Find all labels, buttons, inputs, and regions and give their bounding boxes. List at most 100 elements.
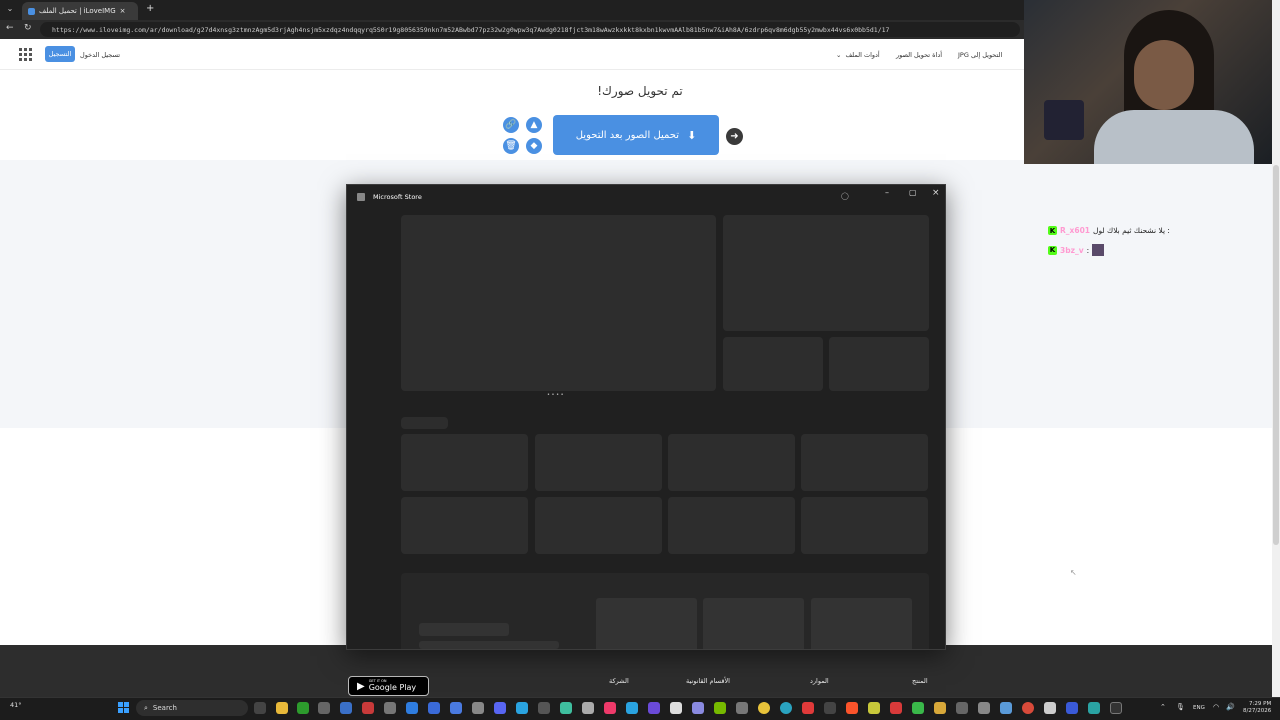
app-icon[interactable] [912,702,924,714]
app-icon[interactable] [538,702,550,714]
app-card-placeholder [535,434,662,491]
app-icon[interactable] [626,702,638,714]
chat-user: 3bz_v [1060,245,1084,255]
taskbar-search[interactable]: ⌕ Search [136,700,248,716]
apps-grid-icon[interactable] [19,48,32,61]
app-icon[interactable] [648,702,660,714]
app-icon[interactable] [362,702,374,714]
dropbox-icon[interactable]: ◆ [526,138,542,154]
close-button[interactable]: × [932,188,940,198]
chat-text: : يلا نشحنك ثيم بلاك لول [1093,226,1170,235]
start-button-icon[interactable] [118,702,129,713]
app-icon[interactable] [428,702,440,714]
discord-icon[interactable] [494,702,506,714]
footer-product[interactable]: المنتج [912,677,928,685]
app-icon[interactable] [560,702,572,714]
url-field[interactable]: https://www.iloveimg.com/ar/download/g27… [40,22,1020,37]
app-icon[interactable] [1044,702,1056,714]
minimize-button[interactable]: – [885,188,889,197]
browser-tab[interactable]: × iLoveIMG | تحميل الملف [22,2,138,20]
brave-icon[interactable] [846,702,858,714]
clock-date: 8/27/2026 [1243,707,1272,714]
app-icon[interactable] [670,702,682,714]
app-icon[interactable] [582,702,594,714]
edge-icon[interactable] [780,702,792,714]
kick-badge-icon: K [1048,245,1057,255]
account-icon[interactable]: ◯ [841,192,849,200]
app-icon[interactable] [1000,702,1012,714]
reload-icon[interactable]: ↻ [24,23,32,33]
nav-image-tool[interactable]: أداة تحويل الصور [896,51,942,59]
webcam-overlay [1024,0,1272,164]
app-icon[interactable] [824,702,836,714]
xbox-icon[interactable] [297,702,309,714]
app-icon[interactable] [956,702,968,714]
telegram-icon[interactable] [516,702,528,714]
microsoft-store-window[interactable]: Microsoft Store ◯ – ▢ × • • • • [346,184,946,650]
taskview-icon[interactable] [254,702,266,714]
app-icon[interactable] [384,702,396,714]
clock-time: 7:29 PM [1249,701,1272,707]
nav-tools-label: أدوات الملف [845,51,880,59]
banner-card-placeholder [596,598,697,649]
side-placeholder [723,215,929,331]
app-icon[interactable] [978,702,990,714]
footer-resources[interactable]: الموارد [810,677,829,685]
wifi-icon[interactable]: ◠ [1213,703,1219,711]
app-card-placeholder [801,434,928,491]
maximize-button[interactable]: ▢ [909,188,917,197]
login-link[interactable]: تسجيل الدخول [80,51,120,59]
signup-button[interactable]: التسجيل [45,46,75,62]
chrome-icon[interactable] [758,702,770,714]
app-icon[interactable] [1066,702,1078,714]
chat-message: K 3bz_v : [1048,244,1105,256]
app-icon[interactable] [714,702,726,714]
app-icon[interactable] [692,702,704,714]
scrollbar-thumb[interactable] [1273,165,1279,545]
delete-icon[interactable]: 🗑 [503,138,519,154]
hero-placeholder [401,215,716,391]
download-converted-button[interactable]: ⬇ تحميل الصور بعد التحويل [553,115,719,155]
weather-widget[interactable]: 41° [10,701,22,709]
tab-list-button[interactable]: ⌄ [4,4,16,16]
tab-close-icon[interactable]: × [120,7,126,15]
app-icon[interactable] [340,702,352,714]
download-label: تحميل الصور بعد التحويل [575,129,680,141]
banner-text-placeholder [419,641,559,649]
clock[interactable]: 7:29 PM 8/27/2026 [1243,701,1271,714]
tray-overflow-icon[interactable]: ⌃ [1160,703,1166,711]
continue-arrow-icon[interactable]: ➜ [726,128,743,145]
app-icon[interactable] [868,702,880,714]
nav-convert-jpg[interactable]: التحويل إلى JPG [958,51,1002,59]
app-icon[interactable] [890,702,902,714]
side-placeholder [829,337,929,391]
app-icon[interactable] [802,702,814,714]
nav-tools-menu[interactable]: أدوات الملف ⌄ [836,51,880,59]
app-icon[interactable] [934,702,946,714]
site-footer [0,645,1280,697]
side-placeholder [723,337,823,391]
section-heading-placeholder [401,417,448,429]
language-indicator[interactable]: ENG [1193,705,1205,711]
file-explorer-icon[interactable] [276,702,288,714]
app-icon[interactable] [1110,702,1122,714]
chevron-down-icon: ⌄ [836,51,842,59]
google-play-badge[interactable]: ▶ GET IT ON Google Play [348,676,429,696]
back-icon[interactable]: ← [6,23,14,33]
new-tab-button[interactable]: + [146,3,154,14]
page-title: تم تحويل صورك! [597,84,683,98]
app-icon[interactable] [318,702,330,714]
volume-icon[interactable]: 🔊 [1226,703,1235,711]
app-icon[interactable] [1088,702,1100,714]
footer-company[interactable]: الشركة [609,677,629,685]
tiktok-icon[interactable] [604,702,616,714]
footer-legal[interactable]: الأقسام القانونية [686,677,730,685]
chrome-icon[interactable] [1022,702,1034,714]
app-icon[interactable] [406,702,418,714]
app-icon[interactable] [736,702,748,714]
app-icon[interactable] [472,702,484,714]
google-drive-icon[interactable]: ▲ [526,117,542,133]
copy-link-icon[interactable]: 🔗 [503,117,519,133]
app-icon[interactable] [450,702,462,714]
microphone-icon[interactable]: 🎙 [1176,703,1185,711]
